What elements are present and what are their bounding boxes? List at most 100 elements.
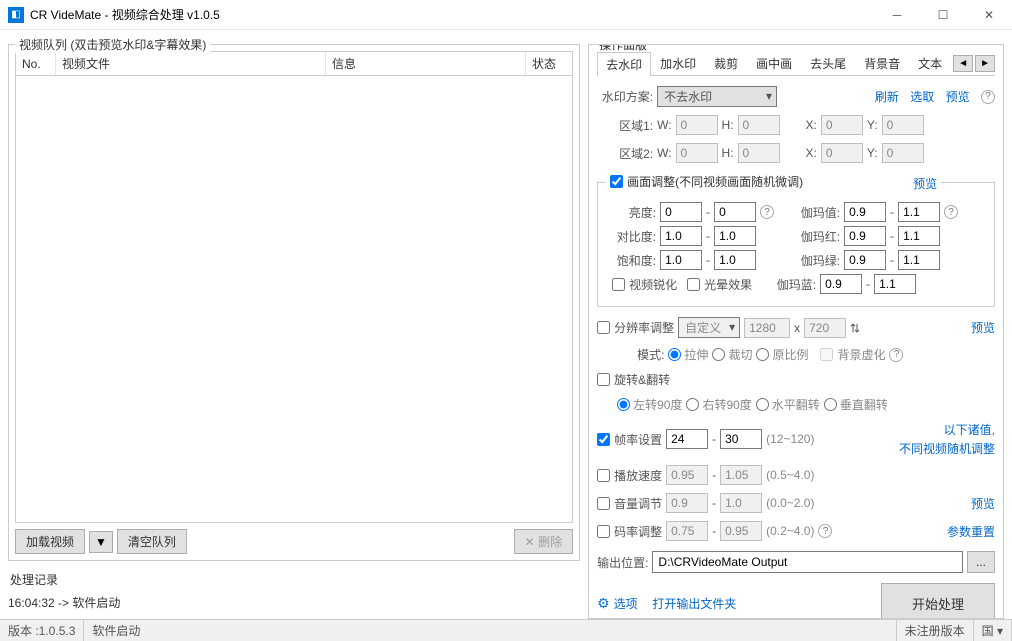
- swap-icon[interactable]: ⇄: [848, 322, 862, 332]
- open-output-link[interactable]: 打开输出文件夹: [652, 595, 736, 612]
- vol-max[interactable]: [720, 493, 762, 513]
- col-file: 视频文件: [56, 52, 326, 75]
- rot-l90[interactable]: 左转90度: [617, 396, 682, 413]
- tab-text[interactable]: 文本: [909, 51, 951, 75]
- contrast-max[interactable]: [714, 226, 756, 246]
- res-w[interactable]: [744, 318, 790, 338]
- region2-label: 区域2:: [597, 145, 653, 162]
- speed-checkbox[interactable]: 播放速度: [597, 467, 662, 484]
- wm-refresh-link[interactable]: 刷新: [875, 88, 899, 105]
- tab-crop[interactable]: 裁剪: [705, 51, 747, 75]
- fps-max[interactable]: [720, 429, 762, 449]
- sharpen-checkbox[interactable]: 视频锐化: [612, 276, 677, 293]
- vol-checkbox[interactable]: 音量调节: [597, 495, 662, 512]
- wm-scheme-select[interactable]: 不去水印: [657, 86, 777, 107]
- gear-icon[interactable]: ⚙: [597, 595, 610, 612]
- r2-w[interactable]: [676, 143, 718, 163]
- wm-pick-link[interactable]: 选取: [910, 88, 934, 105]
- vol-min[interactable]: [666, 493, 708, 513]
- load-video-button[interactable]: 加载视频: [15, 529, 85, 554]
- r2-y[interactable]: [882, 143, 924, 163]
- bg-blur-checkbox[interactable]: 背景虚化: [820, 346, 885, 363]
- wm-help-icon[interactable]: ?: [981, 90, 995, 104]
- status-unreg: 未注册版本: [897, 620, 974, 641]
- speed-max[interactable]: [720, 465, 762, 485]
- mode-ratio[interactable]: 原比例: [756, 346, 808, 363]
- load-video-dropdown[interactable]: ▼: [89, 531, 113, 553]
- tab-trim[interactable]: 去头尾: [801, 51, 855, 75]
- br-help[interactable]: ?: [818, 524, 832, 538]
- mode-crop[interactable]: 裁切: [712, 346, 752, 363]
- r1-x[interactable]: [821, 115, 863, 135]
- reset-link[interactable]: 参数重置: [947, 523, 995, 540]
- res-checkbox[interactable]: 分辨率调整: [597, 319, 674, 336]
- adjust-checkbox[interactable]: 画面调整(不同视频画面随机微调): [610, 173, 803, 190]
- sat-min[interactable]: [660, 250, 702, 270]
- queue-legend: 视频队列 (双击预览水印&字幕效果): [15, 36, 210, 53]
- gamma-help[interactable]: ?: [944, 205, 958, 219]
- res-preview-link[interactable]: 预览: [971, 319, 995, 336]
- bright-max[interactable]: [714, 202, 756, 222]
- minimize-button[interactable]: ─: [874, 0, 920, 30]
- vol-preview-link[interactable]: 预览: [971, 495, 995, 512]
- close-button[interactable]: ✕: [966, 0, 1012, 30]
- rot-vflip[interactable]: 垂直翻转: [824, 396, 888, 413]
- maximize-button[interactable]: ☐: [920, 0, 966, 30]
- glow-checkbox[interactable]: 光晕效果: [687, 276, 752, 293]
- tab-bgm[interactable]: 背景音: [855, 51, 909, 75]
- tab-remove-wm[interactable]: 去水印: [597, 52, 651, 76]
- gamma-max[interactable]: [898, 202, 940, 222]
- fps-min[interactable]: [666, 429, 708, 449]
- r1-w[interactable]: [676, 115, 718, 135]
- titlebar: ◧ CR VideMate - 视频综合处理 v1.0.5 ─ ☐ ✕: [0, 0, 1012, 30]
- col-info: 信息: [326, 52, 526, 75]
- r2-h[interactable]: [738, 143, 780, 163]
- browse-button[interactable]: ...: [967, 551, 995, 573]
- gamma-min[interactable]: [844, 202, 886, 222]
- speed-min[interactable]: [666, 465, 708, 485]
- br-max[interactable]: [720, 521, 762, 541]
- tab-add-wm[interactable]: 加水印: [651, 51, 705, 75]
- delete-button[interactable]: ✕ 删除: [514, 529, 573, 554]
- bg-help[interactable]: ?: [889, 348, 903, 362]
- log-legend: 处理记录: [10, 571, 580, 588]
- col-no: No.: [16, 52, 56, 75]
- tab-pip[interactable]: 画中画: [747, 51, 801, 75]
- status-lang[interactable]: 国 ▾: [974, 620, 1012, 641]
- options-link[interactable]: 选项: [614, 595, 638, 612]
- r1-h[interactable]: [738, 115, 780, 135]
- clear-queue-button[interactable]: 清空队列: [117, 529, 187, 554]
- bright-min[interactable]: [660, 202, 702, 222]
- gr-min[interactable]: [844, 226, 886, 246]
- output-path-input[interactable]: [652, 551, 963, 573]
- wm-preview-link[interactable]: 预览: [946, 88, 970, 105]
- video-list[interactable]: [15, 75, 573, 523]
- br-checkbox[interactable]: 码率调整: [597, 523, 662, 540]
- gb-max[interactable]: [874, 274, 916, 294]
- r1-y[interactable]: [882, 115, 924, 135]
- fps-checkbox[interactable]: 帧率设置: [597, 431, 662, 448]
- sat-max[interactable]: [714, 250, 756, 270]
- start-button[interactable]: 开始处理: [881, 583, 995, 619]
- res-h[interactable]: [804, 318, 846, 338]
- gg-min[interactable]: [844, 250, 886, 270]
- gr-max[interactable]: [898, 226, 940, 246]
- rot-hflip[interactable]: 水平翻转: [756, 396, 820, 413]
- br-min[interactable]: [666, 521, 708, 541]
- gg-max[interactable]: [898, 250, 940, 270]
- region1-label: 区域1:: [597, 117, 653, 134]
- res-custom-select[interactable]: 自定义: [678, 317, 740, 338]
- adjust-preview-link[interactable]: 预览: [913, 177, 937, 191]
- tab-next[interactable]: ►: [975, 55, 995, 72]
- status-version: 版本 : 1.0.5.3: [0, 620, 84, 641]
- contrast-min[interactable]: [660, 226, 702, 246]
- r2-x[interactable]: [821, 143, 863, 163]
- fps-note2: 不同视频随机调整: [899, 440, 995, 457]
- bright-help[interactable]: ?: [760, 205, 774, 219]
- mode-stretch[interactable]: 拉伸: [668, 346, 708, 363]
- rotate-checkbox[interactable]: 旋转&翻转: [597, 371, 670, 388]
- rot-r90[interactable]: 右转90度: [686, 396, 751, 413]
- tab-prev[interactable]: ◄: [953, 55, 973, 72]
- app-icon: ◧: [8, 7, 24, 23]
- gb-min[interactable]: [820, 274, 862, 294]
